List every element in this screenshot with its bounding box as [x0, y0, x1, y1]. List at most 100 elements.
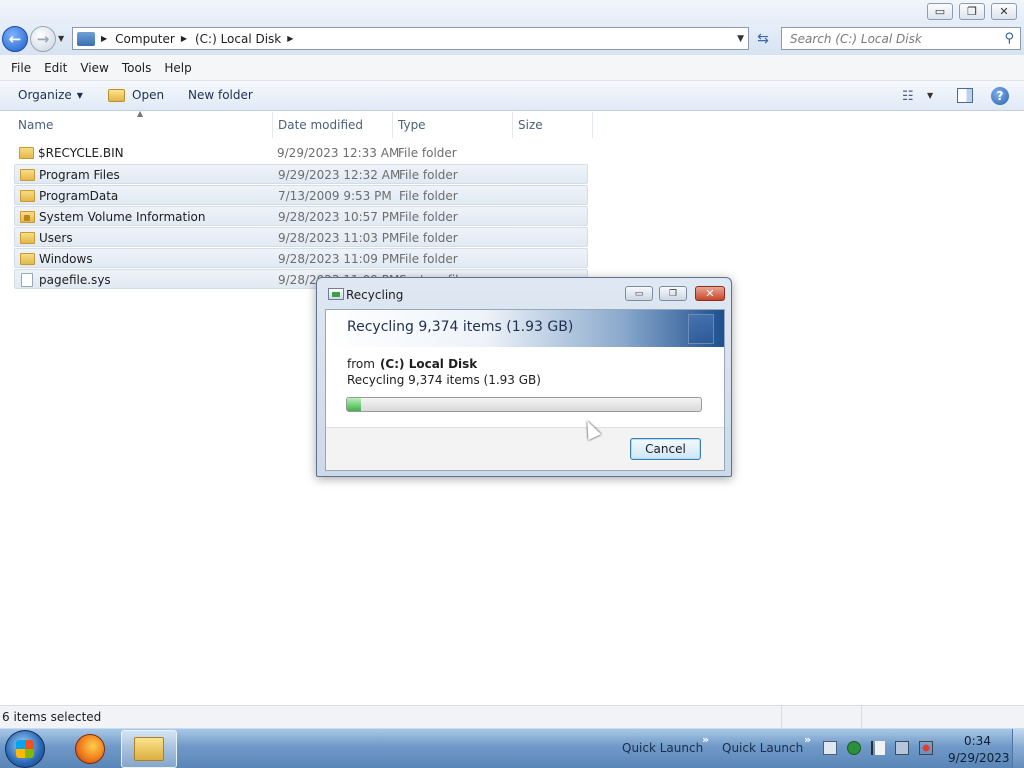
file-row[interactable]: Program Files 9/29/2023 12:32 AM File fold…: [14, 164, 588, 184]
explorer-folder-icon: [134, 737, 164, 761]
address-row: ← → ▼ ▶ Computer ▶ (C:) Local Disk ▶ ▼ ⇆…: [0, 24, 1024, 55]
breadcrumb-local-disk[interactable]: (C:) Local Disk: [195, 32, 281, 46]
folder-icon: [20, 190, 35, 202]
change-view-icon[interactable]: ☷: [902, 89, 914, 104]
quick-launch-chevron-icon[interactable]: »: [804, 733, 811, 746]
search-icon[interactable]: ⚲: [1004, 31, 1014, 46]
file-row[interactable]: System Volume Information 9/28/2023 10:57…: [14, 206, 588, 226]
file-date-modified: 9/28/2023 11:09 PM: [278, 252, 400, 266]
view-options-dropdown[interactable]: ▼: [927, 91, 933, 100]
refresh-icon: ⇆: [757, 31, 769, 47]
taskbar-firefox[interactable]: [62, 730, 118, 768]
volume-muted-icon[interactable]: [919, 741, 933, 755]
file-name: ProgramData: [39, 189, 119, 203]
file-row[interactable]: ProgramData 7/13/2009 9:53 PM File folder: [14, 185, 588, 205]
column-divider[interactable]: [392, 112, 393, 138]
recent-pages-dropdown[interactable]: ▼: [58, 34, 64, 43]
file-type: File folder: [399, 210, 458, 224]
file-date-modified: 7/13/2009 9:53 PM: [278, 189, 392, 203]
dialog-maximize-button[interactable]: ❐: [659, 286, 687, 301]
file-name: $RECYCLE.BIN: [38, 146, 124, 160]
tray-security-icon[interactable]: [847, 741, 861, 755]
show-desktop-button[interactable]: [1012, 729, 1024, 768]
help-icon[interactable]: ?: [991, 87, 1009, 105]
sort-ascending-icon: ▲: [137, 109, 144, 118]
locked-folder-icon: [20, 211, 35, 223]
network-icon[interactable]: [895, 741, 909, 755]
open-button[interactable]: Open: [108, 88, 164, 102]
recycle-progress-icon: [328, 288, 344, 300]
file-type: File folder: [399, 189, 458, 203]
source-value: (C:) Local Disk: [379, 357, 478, 371]
file-type: File folder: [398, 146, 457, 160]
quick-launch-chevron-icon[interactable]: »: [702, 733, 709, 746]
menu-view[interactable]: View: [80, 61, 108, 75]
taskbar-explorer[interactable]: [121, 730, 177, 768]
file-name: System Volume Information: [39, 210, 206, 224]
maximize-button[interactable]: ❐: [959, 3, 985, 20]
progress-bar: [346, 397, 702, 412]
dialog-heading: Recycling 9,374 items (1.93 GB): [347, 319, 574, 335]
address-history-dropdown[interactable]: ▼: [737, 34, 744, 44]
action-center-flag-icon[interactable]: [871, 741, 885, 755]
quick-launch-toolbar[interactable]: Quick Launch: [722, 741, 803, 755]
folder-icon: [20, 253, 35, 265]
status-divider: [781, 706, 782, 729]
column-divider[interactable]: [592, 112, 593, 138]
organize-button[interactable]: Organize ▼: [18, 88, 83, 102]
minimize-button[interactable]: ▭: [927, 3, 953, 20]
file-row[interactable]: $RECYCLE.BIN 9/29/2023 12:33 AM File folde…: [14, 143, 588, 163]
progress-status: Recycling 9,374 items (1.93 GB): [347, 373, 541, 387]
file-date-modified: 9/28/2023 11:03 PM: [278, 231, 400, 245]
dialog-footer: Cancel: [326, 427, 724, 470]
close-button[interactable]: ✕: [991, 3, 1017, 20]
column-date-modified[interactable]: Date modified: [278, 118, 363, 132]
clock-time[interactable]: 0:34: [964, 734, 991, 748]
column-name[interactable]: Name: [18, 118, 53, 132]
breadcrumb-computer[interactable]: Computer: [115, 32, 175, 46]
windows-logo-icon: [16, 740, 34, 758]
chevron-down-icon: ▼: [76, 90, 83, 100]
column-size[interactable]: Size: [518, 118, 543, 132]
search-placeholder: Search (C:) Local Disk: [790, 31, 922, 46]
breadcrumb-chevron-icon[interactable]: ▶: [101, 34, 107, 43]
column-divider[interactable]: [272, 112, 273, 138]
menu-tools[interactable]: Tools: [122, 61, 152, 75]
menu-help[interactable]: Help: [164, 61, 191, 75]
menu-file[interactable]: File: [11, 61, 31, 75]
file-type: File folder: [399, 252, 458, 266]
tray-document-icon[interactable]: [823, 741, 837, 755]
quick-launch-toolbar[interactable]: Quick Launch: [622, 741, 703, 755]
column-divider[interactable]: [512, 112, 513, 138]
firefox-icon: [75, 734, 105, 764]
dialog-close-button[interactable]: ✕: [695, 286, 725, 301]
file-row[interactable]: Windows 9/28/2023 11:09 PM File folder: [14, 248, 588, 268]
clock-date[interactable]: 9/29/2023: [948, 751, 1010, 765]
file-type: File folder: [399, 168, 458, 182]
preview-pane-icon[interactable]: [957, 88, 973, 103]
folder-icon: [19, 147, 34, 159]
computer-icon: [77, 31, 95, 46]
start-button[interactable]: [5, 730, 45, 768]
folder-icon: [20, 232, 35, 244]
file-row[interactable]: Users 9/28/2023 11:03 PM File folder: [14, 227, 588, 247]
refresh-button[interactable]: ⇆: [753, 29, 773, 49]
file-type: File folder: [399, 231, 458, 245]
forward-arrow-icon: →: [36, 30, 50, 48]
address-bar[interactable]: ▶ Computer ▶ (C:) Local Disk ▶ ▼: [72, 27, 749, 50]
breadcrumb-chevron-icon[interactable]: ▶: [181, 34, 187, 43]
window-title-bar: ▭ ❐ ✕: [0, 0, 1024, 24]
cancel-button[interactable]: Cancel: [630, 438, 701, 460]
menu-edit[interactable]: Edit: [44, 61, 67, 75]
search-input[interactable]: Search (C:) Local Disk ⚲: [781, 27, 1021, 50]
breadcrumb-chevron-icon[interactable]: ▶: [287, 34, 293, 43]
dialog-minimize-button[interactable]: ▭: [625, 286, 653, 301]
forward-button[interactable]: →: [30, 26, 56, 52]
column-type[interactable]: Type: [398, 118, 426, 132]
recycling-dialog: Recycling ▭ ❐ ✕ Recycling 9,374 items (1…: [316, 277, 732, 477]
file-date-modified: 9/28/2023 10:57 PM: [278, 210, 400, 224]
file-name: Users: [39, 231, 73, 245]
back-button[interactable]: ←: [2, 26, 28, 52]
new-folder-button[interactable]: New folder: [188, 88, 253, 102]
file-icon: [21, 273, 33, 287]
